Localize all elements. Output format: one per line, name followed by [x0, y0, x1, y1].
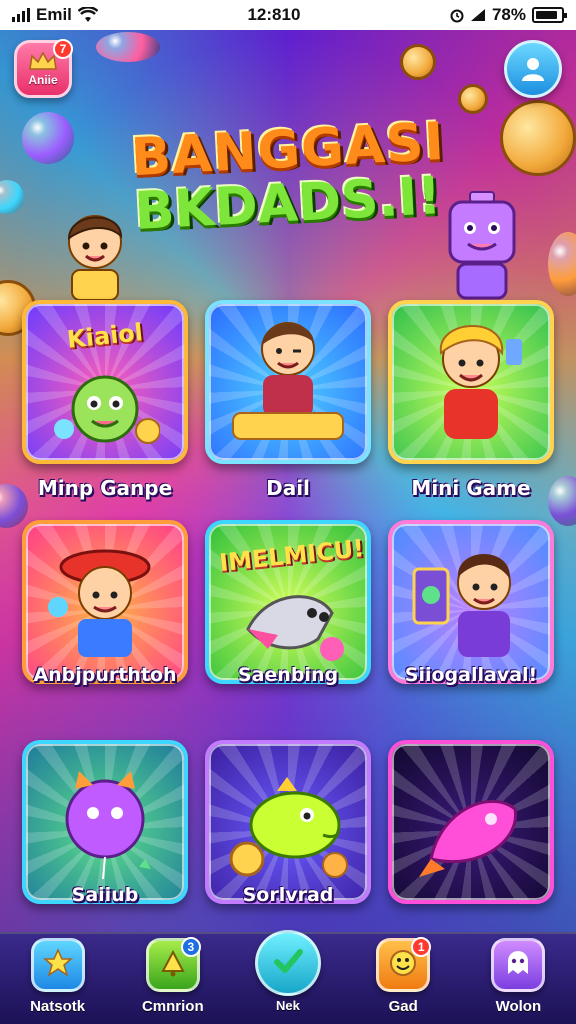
cell-signal-icon [470, 9, 485, 21]
nav-label: Natsotk [30, 998, 86, 1015]
game-tile[interactable]: Dail [205, 300, 371, 500]
bubble-decoration [96, 32, 160, 62]
game-tile[interactable]: Kiaiol Minp Ganpe [22, 300, 188, 500]
nav-badge: 3 [180, 937, 201, 957]
nav-label: Wolon [495, 998, 542, 1015]
nav-label: Nek [276, 998, 300, 1013]
game-card[interactable] [205, 740, 371, 904]
game-title-label: Dail [266, 476, 310, 500]
game-card[interactable]: Kiaiol [22, 300, 188, 464]
profile-badge-label: Aniie [28, 73, 58, 87]
nav-label: Gad [388, 998, 418, 1015]
signal-icon [12, 8, 30, 22]
friends-button[interactable] [504, 40, 562, 98]
nav-button[interactable] [30, 938, 85, 992]
game-card[interactable] [205, 300, 371, 464]
alarm-icon [450, 9, 464, 23]
nav-button[interactable]: 3 [145, 937, 201, 992]
game-card[interactable]: IMELMICU! [205, 520, 371, 684]
status-bar: Emil 12:810 78% [0, 0, 576, 30]
game-tile[interactable]: Anbjpurthtoh [22, 520, 188, 720]
carrier-name: Emil [36, 5, 72, 24]
game-card[interactable] [22, 520, 188, 684]
game-tile[interactable]: Siiogallaval! [388, 520, 554, 720]
game-title: BANGGASI BKDADS.I! [0, 112, 576, 242]
game-artwork-icon [223, 309, 353, 454]
game-artwork-icon [45, 769, 165, 894]
game-tile[interactable]: Saiiub [22, 740, 188, 940]
game-tile[interactable]: IMELMICU! Saenbing [205, 520, 371, 720]
nav-badge: 1 [411, 937, 432, 957]
game-tile[interactable] [388, 740, 554, 940]
game-title-label: Mini Game [411, 476, 531, 500]
game-artwork-icon [228, 569, 348, 674]
game-artwork-icon [40, 539, 170, 674]
clock: 12:810 [247, 5, 301, 24]
game-tile[interactable]: Mini Game [388, 300, 554, 500]
game-tile[interactable]: Sorlvrad [205, 740, 371, 940]
user-icon [522, 58, 544, 81]
game-title-label: Minp Ganpe [37, 476, 173, 500]
star-icon [42, 947, 73, 983]
game-artwork-icon [223, 769, 353, 894]
nav-item[interactable]: Wolon [470, 938, 566, 1015]
nav-button[interactable]: 1 [376, 937, 432, 992]
profile-badge-button[interactable]: Aniie 7 [14, 39, 73, 98]
ghost-icon [503, 948, 533, 983]
bottom-nav: Natsotk 3 Cmnrion Nek 1 Gad Wolon [0, 930, 576, 1024]
check-icon [271, 944, 305, 983]
nav-item[interactable]: Nek [240, 930, 336, 1013]
nav-label: Cmnrion [141, 998, 204, 1015]
game-card[interactable] [388, 520, 554, 684]
game-artwork-icon [50, 359, 161, 454]
nav-button[interactable] [491, 938, 546, 992]
game-card[interactable] [388, 740, 554, 904]
notification-badge: 7 [53, 39, 73, 59]
game-artwork-icon [406, 309, 536, 454]
wifi-icon [77, 7, 98, 22]
game-grid: Kiaiol Minp Ganpe Dail Mini Game Anbjpurthto… [22, 300, 554, 940]
nav-item[interactable]: 3 Cmnrion [125, 937, 221, 1015]
game-card[interactable] [388, 300, 554, 464]
nav-item[interactable]: Natsotk [10, 938, 106, 1015]
game-artwork-icon [406, 539, 536, 674]
nav-item[interactable]: 1 Gad [355, 937, 451, 1015]
battery-icon [532, 7, 567, 23]
battery-percent: 78% [491, 5, 526, 24]
coin-decoration [400, 44, 436, 80]
nav-button[interactable] [254, 930, 321, 996]
game-card[interactable] [22, 740, 188, 904]
game-artwork-icon [411, 779, 531, 894]
